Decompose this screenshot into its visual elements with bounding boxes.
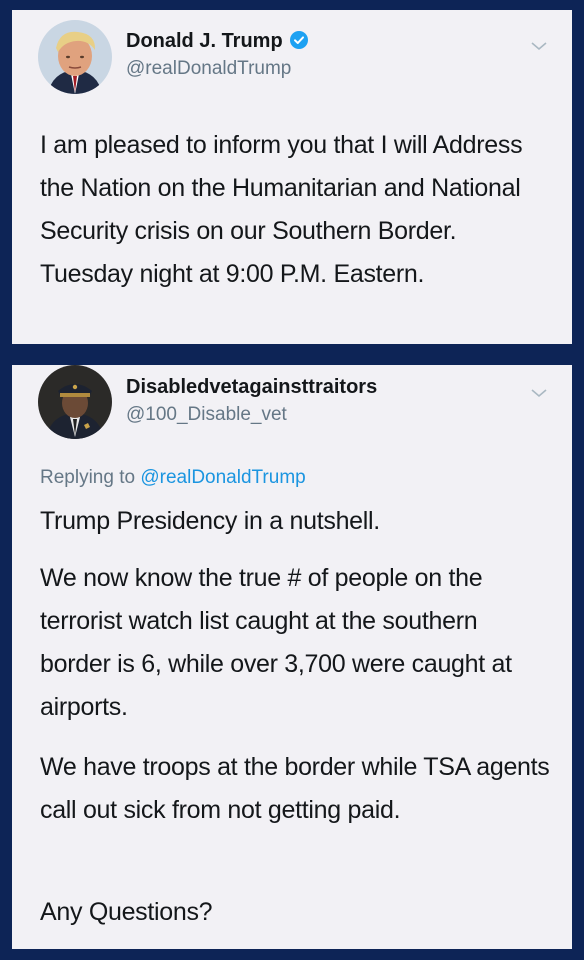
user-handle[interactable]: @realDonaldTrump (126, 58, 291, 80)
tweet-paragraph: We have troops at the border while TSA a… (40, 753, 550, 824)
tweet-paragraph: Trump Presidency in a nutshell. (40, 507, 380, 535)
display-name-text[interactable]: Donald J. Trump (126, 30, 283, 52)
replying-prefix: Replying to (40, 467, 136, 488)
user-handle[interactable]: @100_Disable_vet (126, 404, 287, 426)
display-name[interactable]: Donald J. Trump (126, 30, 309, 53)
display-name[interactable]: Disabledvetagainsttraitors (126, 376, 377, 399)
profile-photo-icon (38, 365, 112, 439)
tweet-card-reply[interactable]: Disabledvetagainsttraitors @100_Disable_… (12, 365, 572, 949)
tweet-text: I am pleased to inform you that I will A… (40, 131, 523, 288)
tweet-paragraph: We now know the true # of people on the … (40, 564, 512, 721)
avatar[interactable] (38, 20, 112, 94)
chevron-down-icon[interactable] (530, 387, 548, 399)
profile-photo-icon (38, 20, 112, 94)
chevron-down-icon[interactable] (530, 40, 548, 52)
replying-to-label: Replying to @realDonaldTrump (40, 467, 306, 489)
tweet-card-original[interactable]: Donald J. Trump @realDonaldTrump I am pl… (12, 10, 572, 344)
tweet-paragraph: Any Questions? (40, 898, 213, 926)
verified-badge-icon (289, 31, 308, 49)
avatar[interactable] (38, 365, 112, 439)
mention-link[interactable]: @realDonaldTrump (140, 467, 305, 488)
